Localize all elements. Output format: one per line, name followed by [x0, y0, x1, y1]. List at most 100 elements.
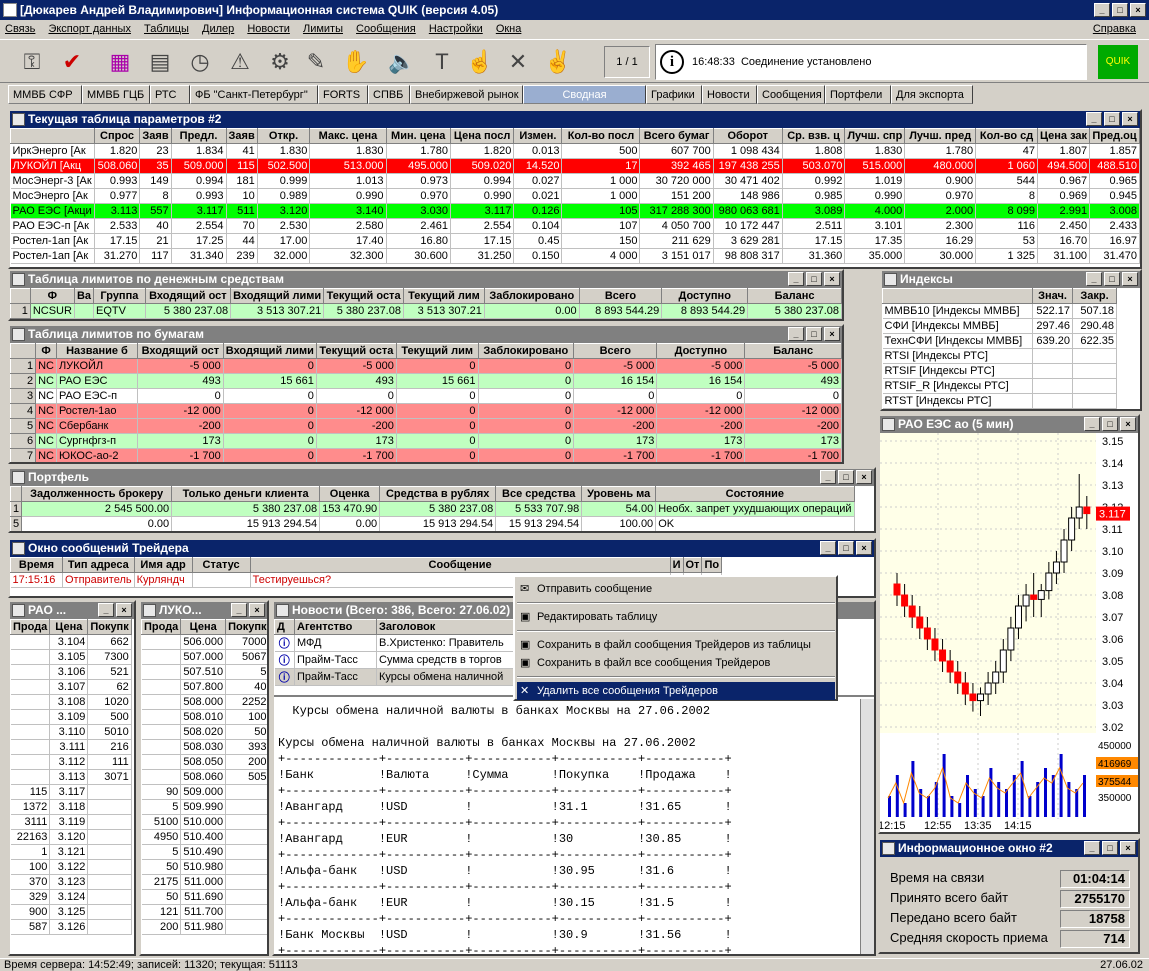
- table-row[interactable]: 1 NC ЛУКОЙЛ -5 000 0 -5 000 0 0 -5 000 -5 000 -5 0…: [10, 358, 842, 374]
- table-row[interactable]: 22163 3.120: [10, 829, 132, 845]
- context-menu-item[interactable]: ✕ Удалить все сообщения Трейдеров: [517, 682, 835, 700]
- tab-6[interactable]: Внебиржевой рынок: [410, 85, 523, 104]
- table-row[interactable]: Ростел-1ап [Ак 17.15 21 17.25 44 17.00 17.40 16…: [10, 233, 1140, 249]
- column-header[interactable]: Все средства: [495, 486, 583, 502]
- column-header[interactable]: Сообщение: [249, 557, 671, 573]
- tab-8[interactable]: Графики: [646, 85, 702, 104]
- column-header[interactable]: Баланс: [747, 288, 842, 304]
- table-row[interactable]: 508.010 100: [141, 709, 267, 725]
- table-row[interactable]: RTSIF [Индексы РТС]: [882, 363, 1117, 379]
- table-row[interactable]: 3.104 662: [10, 634, 132, 650]
- column-header[interactable]: Заблокировано: [483, 288, 580, 304]
- tab-10[interactable]: Сообщения: [757, 85, 825, 104]
- table-row[interactable]: 50 511.690: [141, 889, 267, 905]
- table-row[interactable]: 4 NC Ростел-1ао -12 000 0 -12 000 0 0 -12 000 -12…: [10, 403, 842, 419]
- column-header[interactable]: Всего: [573, 343, 658, 359]
- table-row[interactable]: 507.800 40: [141, 679, 267, 695]
- table-row[interactable]: 6 NC Сургнфгз-п 173 0 173 0 0 173 173 173: [10, 433, 842, 449]
- column-header[interactable]: От: [682, 557, 703, 573]
- context-menu-item[interactable]: ✉ Отправить сообщение: [517, 580, 835, 598]
- table-row[interactable]: 3.108 1020: [10, 694, 132, 710]
- column-header[interactable]: Состояние: [655, 486, 855, 502]
- hand-icon[interactable]: ☝: [462, 45, 498, 79]
- tab-3[interactable]: ФБ "Санкт-Петербург": [190, 85, 318, 104]
- minimize-button[interactable]: _: [1086, 112, 1102, 126]
- table-row[interactable]: 329 3.124: [10, 889, 132, 905]
- table-row[interactable]: РАО ЕЭС-п [Ак 2.533 40 2.554 70 2.530 2.580 2.4…: [10, 218, 1140, 234]
- tab-7[interactable]: Сводная: [523, 85, 646, 104]
- menu-news[interactable]: Новости: [242, 23, 295, 35]
- table-icon[interactable]: ▤: [142, 45, 178, 79]
- menu-export[interactable]: Экспорт данных: [43, 23, 135, 35]
- stop-order-icon[interactable]: ✋: [338, 45, 374, 79]
- tab-0[interactable]: ММВБ СФР: [8, 85, 82, 104]
- column-header[interactable]: Доступно: [661, 288, 749, 304]
- menu-settings[interactable]: Настройки: [424, 23, 488, 35]
- table-row[interactable]: 3111 3.119: [10, 814, 132, 830]
- minimize-button[interactable]: _: [1084, 841, 1100, 855]
- table-row[interactable]: 1 3.121: [10, 844, 132, 860]
- table-row[interactable]: 3.112 111: [10, 754, 132, 770]
- table-row[interactable]: 508.030 393: [141, 739, 267, 755]
- column-header[interactable]: Оборот: [712, 128, 783, 144]
- table-row[interactable]: 370 3.123: [10, 874, 132, 890]
- table-row[interactable]: РАО ЕЭС [Акци 3.113 557 3.117 511 3.120 3.140 3…: [10, 203, 1140, 219]
- column-header[interactable]: Кол-во сд: [975, 128, 1038, 144]
- table-row[interactable]: 507.510 5: [141, 664, 267, 680]
- tab-2[interactable]: РТС: [150, 85, 190, 104]
- column-header[interactable]: Ф: [35, 343, 57, 359]
- column-header[interactable]: [10, 486, 23, 502]
- table-row[interactable]: 121 511.700: [141, 904, 267, 920]
- table-row[interactable]: 1 NCSUR EQTV 5 380 237.08 3 513 307.21 5 380 …: [10, 303, 842, 319]
- maximize-button[interactable]: □: [838, 541, 854, 555]
- column-header[interactable]: Заблокировано: [477, 343, 575, 359]
- table-row[interactable]: ТехнСФИ [Индексы ММВБ] 639.20 622.35: [882, 333, 1117, 349]
- text-icon[interactable]: T: [424, 45, 460, 79]
- column-header[interactable]: Д: [274, 619, 295, 635]
- table-row[interactable]: 200 511.980: [141, 919, 267, 935]
- menu-messages[interactable]: Сообщения: [351, 23, 421, 35]
- column-header[interactable]: Входящий лими: [230, 288, 325, 304]
- column-header[interactable]: Текущий лим: [395, 343, 479, 359]
- table-row[interactable]: 115 3.117: [10, 784, 132, 800]
- maximize-button[interactable]: □: [806, 327, 822, 341]
- column-header[interactable]: Спрос: [93, 128, 141, 144]
- minimize-button[interactable]: _: [231, 603, 247, 617]
- crossed-hand-icon[interactable]: ✕: [500, 45, 536, 79]
- table-row[interactable]: 507.000 5067: [141, 649, 267, 665]
- column-header[interactable]: Пред.оц: [1089, 128, 1140, 144]
- table-row[interactable]: 587 3.126: [10, 919, 132, 935]
- table-row[interactable]: 12 545 500.00 5 380 237.08 153 470.90 5 380…: [10, 501, 855, 517]
- column-header[interactable]: Входящий ост: [137, 343, 224, 359]
- close-button[interactable]: ×: [824, 327, 840, 341]
- table-row[interactable]: 90 509.000: [141, 784, 267, 800]
- table-row[interactable]: ИркЭнерго [Ак 1.820 23 1.834 41 1.830 1.830 1.7…: [10, 143, 1140, 159]
- column-header[interactable]: Цена: [49, 619, 89, 635]
- column-header[interactable]: Всего бумаг: [639, 128, 714, 144]
- column-header[interactable]: Группа: [93, 288, 146, 304]
- table-row[interactable]: RTSIF_R [Индексы РТС]: [882, 378, 1117, 394]
- close-button[interactable]: ×: [1130, 3, 1146, 17]
- minimize-button[interactable]: _: [98, 603, 114, 617]
- maximize-button[interactable]: □: [838, 470, 854, 484]
- table-row[interactable]: 900 3.125: [10, 904, 132, 920]
- column-header[interactable]: Покупк: [87, 619, 132, 635]
- table-alert-icon[interactable]: ⚠: [222, 45, 258, 79]
- table-row[interactable]: 3.110 5010: [10, 724, 132, 740]
- table-row[interactable]: 3.111 216: [10, 739, 132, 755]
- column-header[interactable]: Заяв: [225, 128, 258, 144]
- order-icon[interactable]: ✎: [298, 45, 334, 79]
- table-row[interactable]: 2175 511.000: [141, 874, 267, 890]
- tab-5[interactable]: СПВБ: [368, 85, 410, 104]
- column-header[interactable]: Доступно: [656, 343, 746, 359]
- table-row[interactable]: 100 3.122: [10, 859, 132, 875]
- column-header[interactable]: Лучш. пред: [904, 128, 977, 144]
- table-row[interactable]: ММВБ10 [Индексы ММВБ] 522.17 507.18: [882, 303, 1117, 319]
- column-header[interactable]: И: [669, 557, 684, 573]
- close-button[interactable]: ×: [1120, 841, 1136, 855]
- column-header[interactable]: Текущий оста: [315, 343, 397, 359]
- close-button[interactable]: ×: [856, 470, 872, 484]
- table-row[interactable]: 3.106 521: [10, 664, 132, 680]
- menu-windows[interactable]: Окна: [491, 23, 527, 35]
- column-header[interactable]: Ф: [29, 288, 75, 304]
